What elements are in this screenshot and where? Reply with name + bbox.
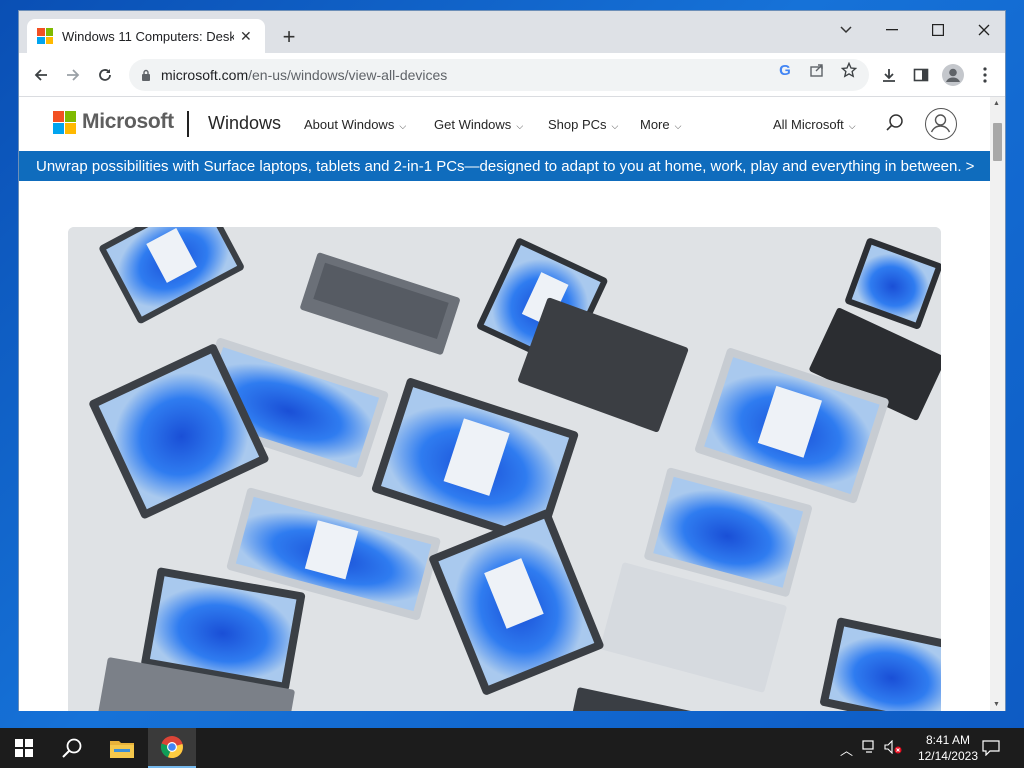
promo-banner[interactable]: Unwrap possibilities with Surface laptop…	[19, 151, 991, 181]
menu-icon[interactable]	[971, 61, 999, 89]
chevron-down-icon: ⌵	[399, 121, 407, 131]
url-text[interactable]: microsoft.com/en-us/windows/view-all-dev…	[161, 67, 447, 83]
tray-chevron-icon[interactable]: ︿	[840, 740, 853, 759]
lock-icon[interactable]	[141, 69, 151, 81]
file-explorer-icon[interactable]	[98, 728, 146, 768]
scroll-up-icon[interactable]: ▲	[993, 100, 1000, 107]
forward-icon[interactable]	[59, 61, 87, 89]
minimize-button[interactable]	[869, 15, 915, 45]
nav-shop-pcs[interactable]: Shop PCs ⌵	[548, 117, 618, 132]
maximize-button[interactable]	[915, 15, 961, 45]
microsoft-logo[interactable]: Microsoft	[53, 110, 174, 134]
browser-toolbar: microsoft.com/en-us/windows/view-all-dev…	[19, 53, 1005, 97]
microsoft-logo-icon	[53, 110, 76, 134]
share-icon[interactable]	[806, 59, 828, 81]
scroll-thumb[interactable]	[993, 123, 1002, 161]
search-icon[interactable]	[885, 113, 907, 135]
scroll-down-icon[interactable]: ▼	[993, 701, 1000, 708]
header-divider	[187, 111, 189, 137]
tab-strip: Windows 11 Computers: Desktop ✕ +	[19, 11, 1005, 53]
network-icon[interactable]	[862, 740, 878, 757]
close-window-button[interactable]	[961, 15, 1007, 45]
nav-about-windows[interactable]: About Windows ⌵	[304, 117, 406, 132]
chevron-down-icon: ⌵	[674, 121, 682, 131]
sidebar-icon[interactable]	[907, 61, 935, 89]
chevron-down-icon: ⌵	[848, 121, 856, 131]
windows-home-link[interactable]: Windows	[208, 113, 281, 134]
browser-window: Windows 11 Computers: Desktop ✕ +	[18, 10, 1006, 711]
back-icon[interactable]	[27, 61, 55, 89]
notification-icon[interactable]	[968, 728, 1014, 768]
site-header: Microsoft Windows About Windows ⌵ Get Win…	[19, 97, 989, 151]
google-icon[interactable]: G	[774, 59, 796, 81]
chrome-icon[interactable]	[148, 728, 196, 768]
download-icon[interactable]	[875, 61, 903, 89]
star-icon[interactable]	[838, 59, 860, 81]
chevron-down-icon: ⌵	[611, 121, 619, 131]
reload-icon[interactable]	[91, 61, 119, 89]
hero-image	[68, 227, 941, 711]
account-icon[interactable]	[925, 108, 957, 140]
address-bar[interactable]: microsoft.com/en-us/windows/view-all-dev…	[129, 59, 869, 91]
profile-icon[interactable]	[939, 61, 967, 89]
favicon-icon	[37, 28, 53, 44]
taskbar-search-icon[interactable]	[48, 728, 96, 768]
page-scrollbar[interactable]: ▲ ▼	[990, 97, 1005, 711]
taskbar: ︿ 8:41 AM 12/14/2023	[0, 728, 1024, 768]
tab-active[interactable]: Windows 11 Computers: Desktop ✕	[27, 19, 265, 53]
volume-muted-icon[interactable]	[884, 739, 902, 757]
tab-search-button[interactable]	[823, 15, 869, 45]
tab-close-icon[interactable]: ✕	[240, 28, 252, 45]
all-microsoft-menu[interactable]: All Microsoft ⌵	[773, 117, 856, 132]
page-content: Microsoft Windows About Windows ⌵ Get Win…	[19, 97, 1005, 711]
new-tab-button[interactable]: +	[275, 23, 303, 51]
start-icon[interactable]	[0, 728, 48, 768]
tab-title: Windows 11 Computers: Desktop	[62, 28, 234, 44]
nav-more[interactable]: More ⌵	[640, 117, 681, 132]
brand-name: Microsoft	[82, 110, 174, 133]
nav-get-windows[interactable]: Get Windows ⌵	[434, 117, 523, 132]
chevron-down-icon: ⌵	[516, 121, 524, 131]
